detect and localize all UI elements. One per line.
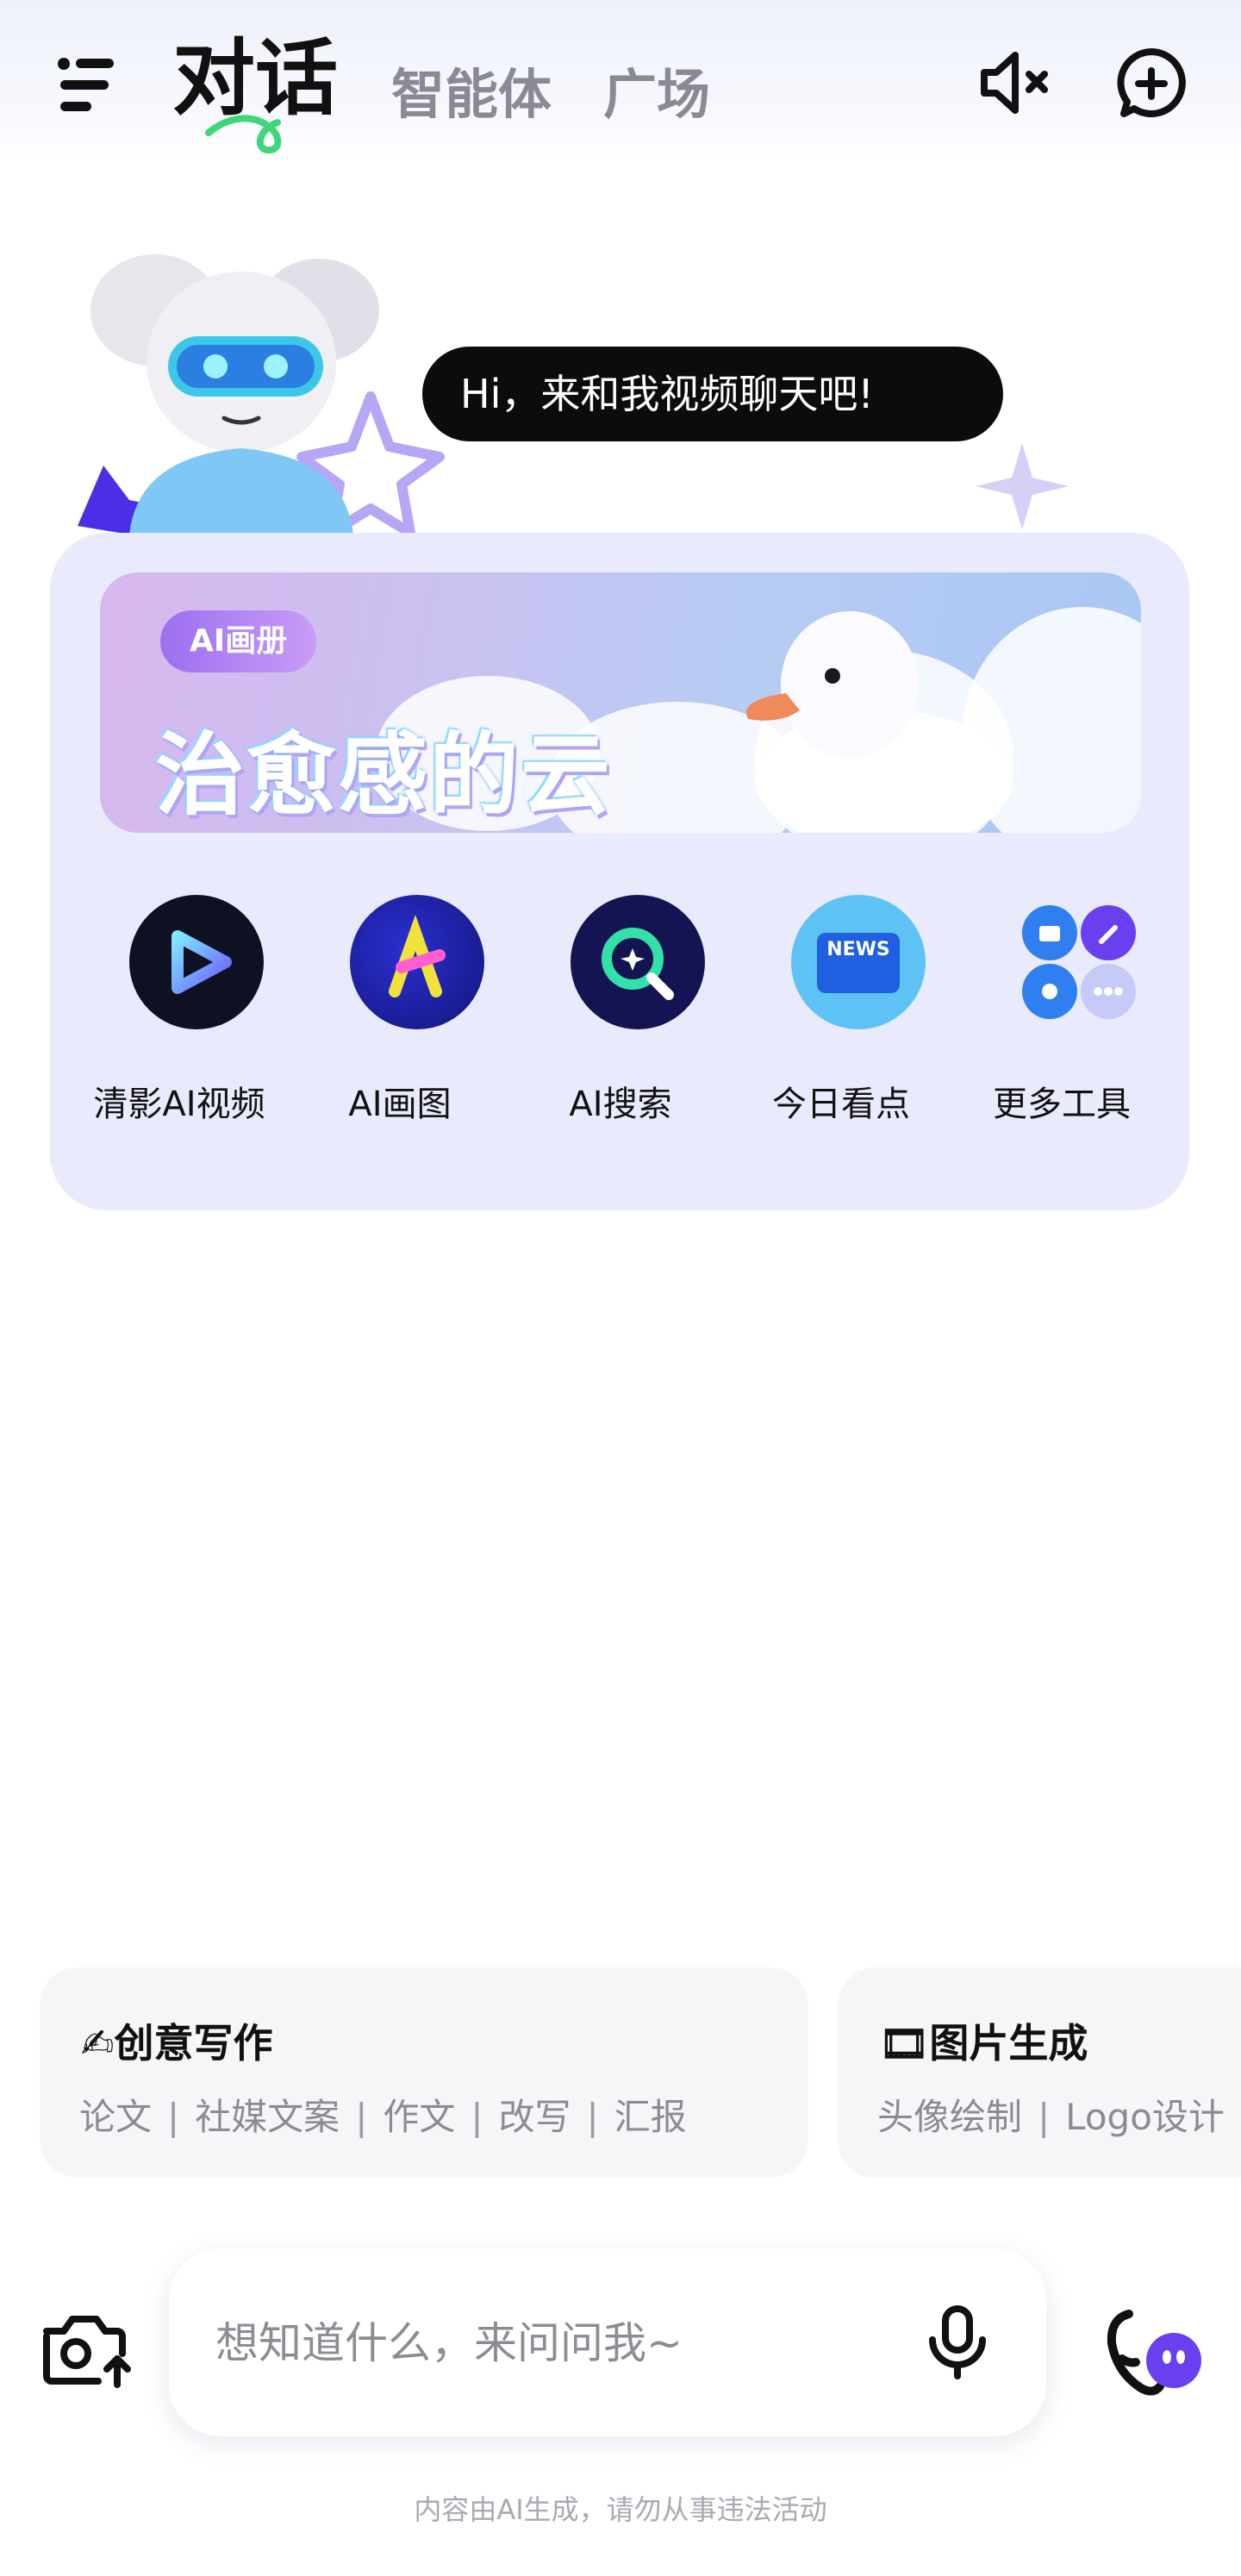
video-call-button[interactable]: [1094, 2297, 1207, 2400]
suggestion-item[interactable]: 社媒文案: [195, 2096, 340, 2138]
tool-label: AI搜索: [569, 1085, 672, 1124]
tool-qingying-video[interactable]: 清影AI视频: [76, 895, 283, 1154]
suggestion-items: 头像绘制 | Logo设计: [877, 2096, 1225, 2138]
suggestion-item[interactable]: 头像绘制: [877, 2096, 1022, 2138]
suggestion-item[interactable]: 汇报: [614, 2096, 687, 2138]
suggestion-title: 🎞图片生成: [879, 2020, 1088, 2066]
tool-label: 清影AI视频: [93, 1085, 265, 1124]
phone-call-icon: [1107, 2310, 1201, 2396]
suggestion-card-creative-writing[interactable]: ✍创意写作 论文 | 社媒文案 | 作文 | 改写 | 汇报: [40, 1967, 808, 2178]
menu-button[interactable]: [53, 50, 122, 119]
suggestion-items: 论文 | 社媒文案 | 作文 | 改写 | 汇报: [79, 2096, 687, 2138]
suggestion-item[interactable]: 改写: [499, 2096, 571, 2138]
banner-tag: AI画册: [160, 610, 317, 672]
ai-disclaimer: 内容由AI生成，请勿从事违法活动: [414, 2493, 827, 2526]
tool-daily-news[interactable]: NEWS 今日看点: [738, 895, 945, 1154]
suggestion-item[interactable]: 作文: [383, 2096, 455, 2138]
banner-title: 治愈感的云: [155, 722, 613, 828]
mascot-illustration: [78, 254, 445, 535]
tool-label: AI画图: [348, 1085, 452, 1124]
mute-button[interactable]: [972, 40, 1058, 126]
menu-icon: [58, 58, 114, 111]
microphone-icon: [929, 2305, 986, 2379]
suggestion-card-image-generation[interactable]: 🎞图片生成 头像绘制 | Logo设计: [838, 1967, 1241, 2178]
greeting-bubble: Hi，来和我视频聊天吧!: [422, 347, 1003, 441]
suggestion-title: ✍创意写作: [81, 2020, 273, 2066]
duck-illustration: [745, 611, 1013, 833]
video-play-icon: [129, 895, 264, 1029]
active-tab-indicator: [205, 115, 282, 154]
more-tools-icon: [1012, 895, 1146, 1029]
tab-square[interactable]: 广场: [603, 60, 710, 129]
ai-draw-icon: [350, 895, 484, 1029]
news-icon-text: NEWS: [817, 933, 900, 993]
ai-search-icon: [571, 895, 705, 1029]
new-chat-button[interactable]: [1108, 40, 1194, 126]
tool-more[interactable]: 更多工具: [958, 895, 1165, 1154]
tab-agents[interactable]: 智能体: [391, 60, 552, 129]
news-icon: NEWS: [791, 895, 926, 1029]
sparkle-decoration: [976, 443, 1069, 529]
chat-input[interactable]: 想知道什么，来问问我~: [169, 2248, 1046, 2436]
suggestion-item[interactable]: Logo设计: [1065, 2096, 1225, 2138]
suggestion-item[interactable]: 论文: [79, 2096, 152, 2138]
chat-input-placeholder: 想知道什么，来问问我~: [215, 2318, 683, 2368]
tool-label: 今日看点: [772, 1085, 910, 1124]
camera-upload-icon: [43, 2316, 131, 2388]
tool-row: 清影AI视频 AI画图 AI搜索 NEWS 今日看点 更多工具: [50, 895, 1189, 1154]
voice-input-button[interactable]: [919, 2304, 996, 2381]
camera-upload-button[interactable]: [38, 2305, 134, 2392]
banner-ai-album[interactable]: AI画册 治愈感的云: [100, 572, 1141, 833]
tool-ai-search[interactable]: AI搜索: [517, 895, 724, 1154]
feature-card: AI画册 治愈感的云 清影AI视频 AI画图 AI搜索 NEWS 今日看点 更多…: [50, 533, 1189, 1210]
speaker-muted-icon: [981, 52, 1048, 114]
new-chat-icon: [1117, 48, 1186, 117]
tool-ai-draw[interactable]: AI画图: [296, 895, 503, 1154]
tool-label: 更多工具: [993, 1085, 1131, 1124]
